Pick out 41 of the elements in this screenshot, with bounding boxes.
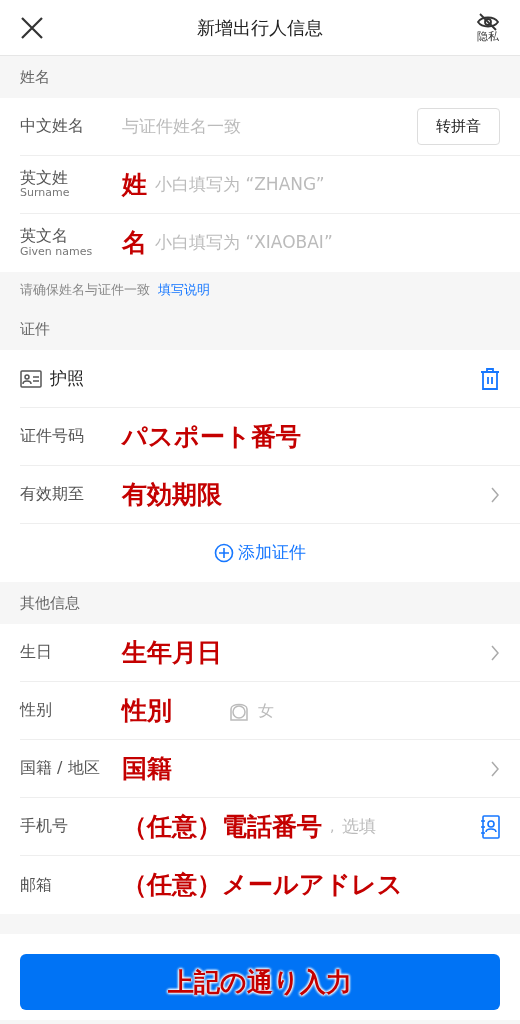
document-type[interactable]: 护照 (50, 365, 480, 392)
field-label: 性别 (20, 701, 53, 720)
hint-text: 请确保姓名与证件一致 (20, 281, 150, 300)
field-sublabel: Given names (20, 245, 94, 259)
contacts-icon[interactable] (480, 814, 500, 839)
section-title: 证件 (20, 318, 50, 340)
trash-icon[interactable] (480, 366, 500, 391)
chevron-right-icon[interactable] (490, 760, 500, 777)
field-label: 国籍 / 地区 (20, 759, 101, 778)
field-label: 英文名 (20, 226, 68, 246)
annotation-text: （任意）メールアドレス (122, 869, 403, 902)
chevron-right-icon[interactable] (490, 644, 500, 661)
field-label: 英文姓 (20, 168, 68, 187)
page-title: 新增出行人信息 (197, 16, 323, 40)
field-label: 有效期至 (20, 485, 85, 504)
annotation-text: 国籍 (122, 752, 172, 785)
add-document-link[interactable]: 添加证件 (20, 540, 500, 566)
annotation-text: 姓 (122, 168, 147, 201)
field-label: 证件号码 (20, 427, 85, 446)
field-label: 生日 (20, 643, 53, 662)
separator-text: , (330, 817, 335, 836)
pinyin-button[interactable]: 转拼音 (417, 108, 500, 145)
help-link[interactable]: 填写说明 (158, 280, 210, 300)
annotation-text: 性別 (122, 694, 172, 727)
annotation-text: 生年月日 (122, 636, 222, 669)
plus-circle-icon (214, 543, 234, 563)
chevron-right-icon[interactable] (490, 486, 500, 503)
field-label: 中文姓名 (20, 117, 85, 136)
section-title: 其他信息 (20, 592, 80, 614)
privacy-button[interactable]: 隐私 (476, 13, 500, 42)
field-sublabel: Surname (20, 187, 71, 200)
field-label: 邮箱 (20, 875, 53, 895)
field-label: 手机号 (20, 817, 69, 836)
eye-slash-icon (476, 13, 500, 31)
annotation-text: 有効期限 (122, 478, 222, 511)
annotation-text: パスポート番号 (122, 420, 301, 453)
annotation-text: 名 (122, 227, 147, 260)
id-card-icon (20, 369, 42, 388)
close-icon[interactable] (20, 15, 44, 40)
section-title: 姓名 (20, 66, 50, 88)
annotation-text: （任意）電話番号 (122, 810, 322, 843)
